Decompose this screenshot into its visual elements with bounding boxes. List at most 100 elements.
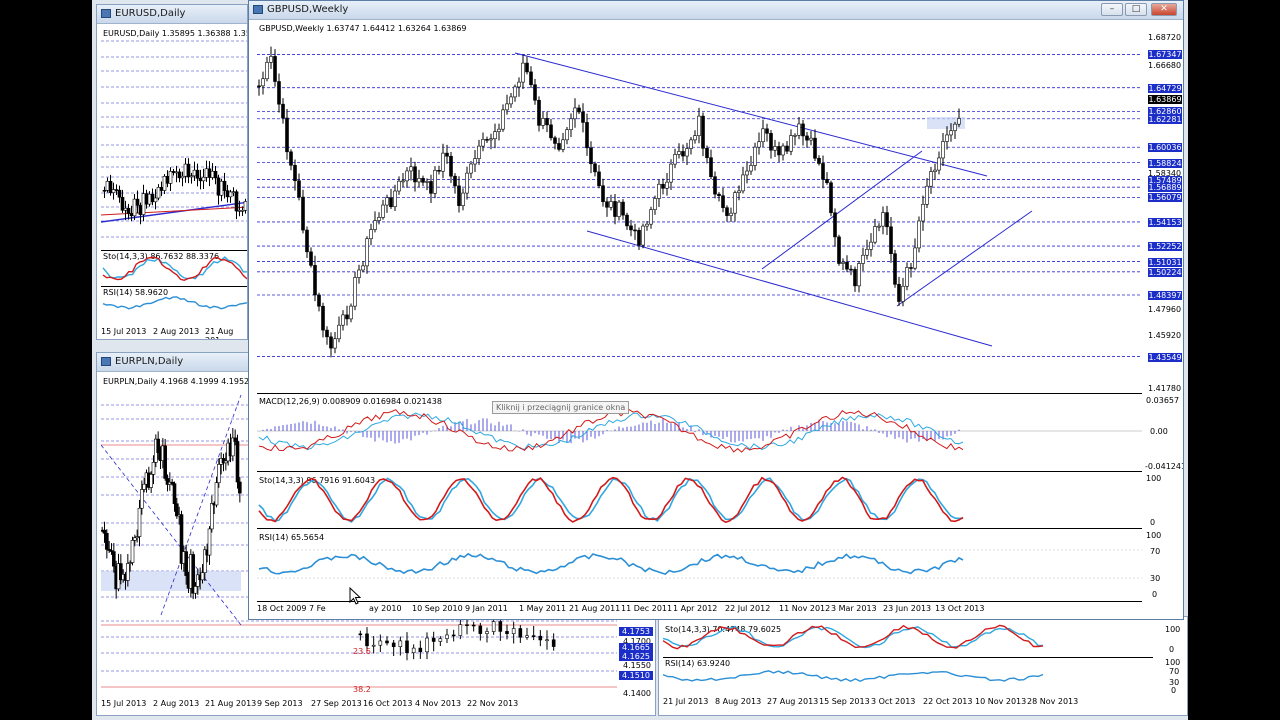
date-axis-label: 22 Oct 2013 <box>923 697 973 706</box>
candle-body <box>581 111 585 123</box>
candle-body <box>361 265 365 271</box>
candle-body <box>189 175 194 178</box>
macd-histogram-lines <box>257 409 1142 453</box>
price-axis-label: 1.45920 <box>1148 331 1182 340</box>
gbpusd-price-pane[interactable]: GBPUSD,Weekly 1.63747 1.64412 1.63264 1.… <box>257 21 1142 393</box>
pane-separator[interactable] <box>257 528 1142 529</box>
candle-body <box>174 171 179 174</box>
candle-body <box>689 139 693 149</box>
candle-body <box>545 118 549 126</box>
candle-body <box>921 204 925 222</box>
candle-body <box>216 177 221 196</box>
candle-body <box>853 269 857 287</box>
candle-body <box>545 639 549 642</box>
candle-body <box>418 647 423 653</box>
candle-body <box>797 123 801 136</box>
date-axis-label: 18 Oct 2009 <box>257 604 307 613</box>
eurusd-price-pane[interactable]: EURUSD,Daily 1.35895 1.36388 1.35 <box>101 27 247 249</box>
candle-body <box>273 56 277 82</box>
date-axis-label: 27 Sep 2013 <box>311 699 362 708</box>
pane-separator[interactable] <box>257 393 1142 394</box>
eurusd-sto-pane[interactable]: Sto(14,3,3) 86.7632 88.3376 <box>101 251 247 285</box>
candle-body <box>625 214 629 227</box>
candle-body <box>333 338 337 349</box>
candle-body <box>649 209 653 225</box>
sto-lines <box>258 476 964 524</box>
candle-body <box>162 175 167 191</box>
candle-body <box>222 180 227 191</box>
close-button[interactable]: ✕ <box>1151 3 1177 16</box>
gbpusd-chart-window[interactable]: GBPUSD,Weekly – □ ✕ GBPUSD,Weekly 1.6374… <box>248 0 1184 620</box>
candle-body <box>697 115 701 136</box>
candle-body <box>130 540 135 563</box>
candle-body <box>538 635 543 641</box>
candle-body <box>429 181 433 194</box>
candle-body <box>397 180 401 192</box>
candle-body <box>517 81 521 88</box>
candle-body <box>305 229 309 253</box>
candle-body <box>605 201 609 208</box>
sto-axis: 100 <box>1146 474 1162 483</box>
candle-body <box>553 137 557 144</box>
candle-body <box>585 122 589 149</box>
level-price-tag: 1.64729 <box>1148 83 1182 93</box>
candle-body <box>313 265 317 296</box>
price-axis-label: 1.68720 <box>1148 33 1182 42</box>
candle-body <box>569 118 573 131</box>
candle-body <box>481 139 485 147</box>
candle-body <box>805 135 809 141</box>
eurusd-titlebar[interactable]: EURUSD,Daily <box>97 5 247 24</box>
candle-body <box>557 143 561 150</box>
sto-main-line <box>663 624 1044 650</box>
candle-body <box>261 78 265 87</box>
candle-body <box>378 640 383 646</box>
gbpusd-macd-pane[interactable]: MACD(12,26,9) 0.008909 0.016984 0.021438 <box>257 395 1142 470</box>
eurusd-chart-window[interactable]: EURUSD,Daily EURUSD,Daily 1.35895 1.3638… <box>96 4 248 340</box>
third-rsi-pane[interactable]: RSI(14) 63.9240 <box>663 658 1153 694</box>
candle-body <box>425 181 429 183</box>
candle-body <box>505 631 509 634</box>
level-price-tag: 1.51031 <box>1148 257 1182 267</box>
candle-body <box>511 628 516 634</box>
candle-body <box>175 503 179 517</box>
candle-body <box>243 201 247 211</box>
level-price-tag: 1.56889 <box>1148 183 1182 193</box>
minimize-icon: – <box>1109 4 1115 14</box>
gbpusd-titlebar[interactable]: GBPUSD,Weekly – □ ✕ <box>249 1 1183 20</box>
indicator-chart-window[interactable]: Sto(14,3,3) 70.4748 79.6025 100 0 RSI(14… <box>658 616 1188 716</box>
eurusd-rsi-pane[interactable]: RSI(14) 58.9620 <box>101 287 247 323</box>
candle-body <box>405 170 409 182</box>
candle-body <box>200 572 205 581</box>
candle-body <box>126 207 131 214</box>
maximize-button[interactable]: □ <box>1125 3 1147 16</box>
candle-body <box>497 128 501 132</box>
pane-separator[interactable] <box>257 471 1142 472</box>
eurpln-title: EURPLN,Daily <box>115 356 184 367</box>
candle-body <box>937 157 941 171</box>
candle-body <box>180 175 185 179</box>
gbpusd-rsi-pane[interactable]: RSI(14) 65.5654 <box>257 530 1142 600</box>
date-axis-label: 7 Fe <box>309 604 326 613</box>
candle-body <box>465 172 469 194</box>
eurusd-sto-lines <box>102 256 247 282</box>
candle-body <box>549 124 553 139</box>
minimize-button[interactable]: – <box>1101 3 1123 16</box>
candle-body <box>108 180 113 193</box>
candle-body <box>120 196 125 211</box>
candle-body <box>909 267 913 269</box>
candle-body <box>207 168 212 178</box>
gbpusd-sto-pane[interactable]: Sto(14,3,3) 96.7916 91.6043 <box>257 473 1142 527</box>
candle-body <box>949 130 953 136</box>
price-axis-label: 1.41780 <box>1148 384 1182 393</box>
candle-body <box>433 169 437 194</box>
third-sto-lines <box>663 624 1044 650</box>
candle-body <box>541 118 545 126</box>
level-price-tag: 1.43549 <box>1148 352 1182 362</box>
candle-body <box>645 223 649 227</box>
candle-body <box>193 586 198 594</box>
candle-body <box>129 213 134 217</box>
candle-body <box>761 128 765 143</box>
candle-body <box>621 201 625 216</box>
candle-body <box>733 192 737 214</box>
third-sto-pane[interactable]: Sto(14,3,3) 70.4748 79.6025 <box>663 623 1153 657</box>
